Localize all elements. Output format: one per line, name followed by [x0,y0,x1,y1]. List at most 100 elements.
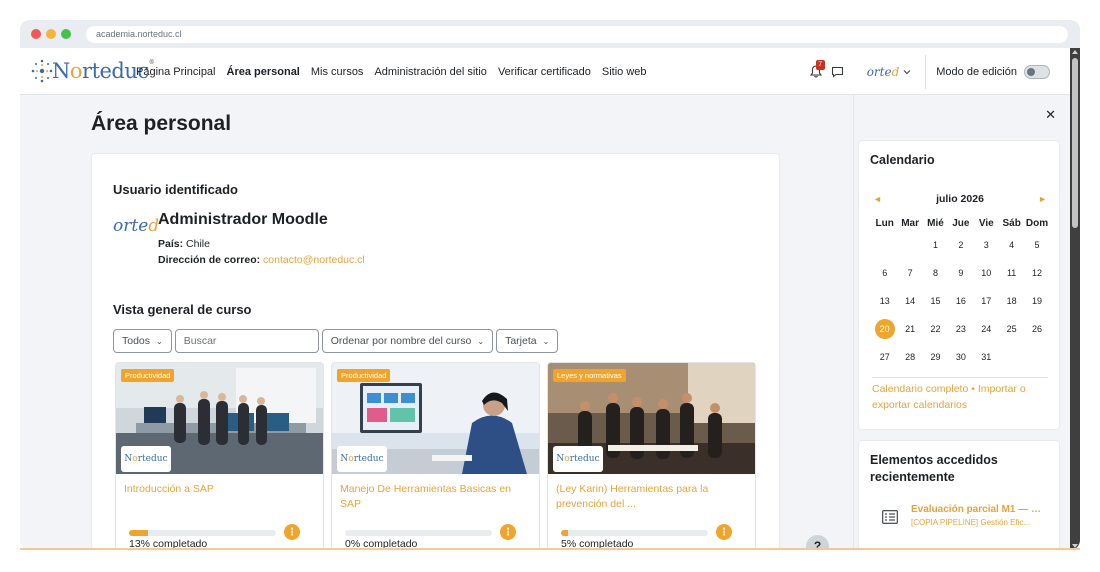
calendar-day[interactable]: 9 [948,268,973,278]
calendar-day[interactable]: 29 [923,352,948,362]
calendar-day[interactable]: 21 [897,324,922,334]
calendar-day[interactable]: 30 [948,352,973,362]
next-month-icon[interactable]: ► [1038,194,1047,204]
page-viewport: Norteduc® Página Principal Área personal… [20,48,1080,550]
calendar-day[interactable]: 14 [897,296,922,306]
course-actions-button[interactable]: ⋮ [716,524,732,540]
course-name-link[interactable]: Manejo De Herramientas Basicas en SAP [340,482,530,512]
course-progress-fill [129,530,149,536]
weekday-label: Mié [927,217,944,229]
recent-items-block: Elementos accedidos recientemente Evalua… [858,440,1060,550]
calendar-day[interactable]: 1 [923,240,948,250]
page-scrollbar[interactable] [1070,48,1080,550]
sort-dropdown[interactable]: Ordenar por nombre del curso ⌄ [321,329,494,353]
calendar-day[interactable]: 4 [999,240,1024,250]
calendar-day[interactable]: 5 [1024,240,1049,250]
course-overview-heading: Vista general de curso [113,302,252,317]
minimize-window-icon[interactable] [46,29,56,39]
nav-link-home[interactable]: Página Principal [136,66,216,78]
course-category-badge: Leyes y normativas [553,369,626,382]
chat-bubble-icon [832,66,844,78]
messages-button[interactable] [827,61,849,83]
calendar-day[interactable]: 13 [872,296,897,306]
chevron-down-icon: ⌄ [542,336,550,346]
weekday-label: Lun [875,217,894,229]
course-progress-bar [561,530,708,536]
calendar-day[interactable]: 19 [1024,296,1049,306]
grouping-dropdown[interactable]: Todos ⌄ [113,329,172,353]
course-name-link[interactable]: Introducción a SAP [124,482,314,497]
calendar-day[interactable]: 17 [974,296,999,306]
navbar-actions: 7 orted Modo de edición [805,48,1070,95]
navbar-divider [925,54,927,89]
weekday-label: Sáb [1002,217,1021,229]
recent-item-course: [COPIA PIPELINE] Gestión Efic... [911,518,1031,527]
course-card[interactable]: Leyes y normativas No rteduc (Ley Karin) … [547,362,756,550]
calendar-day[interactable]: 7 [897,268,922,278]
edit-mode-control: Modo de edición [936,64,1050,79]
calendar-week-row: 13 14 15 16 17 18 19 [872,287,1050,315]
calendar-day[interactable]: 23 [948,324,973,334]
weekday-label: Mar [901,217,919,229]
calendar-day[interactable]: 20 [872,319,897,339]
chevron-down-icon: ⌄ [477,336,485,346]
nav-link-verify-certificate[interactable]: Verificar certificado [498,66,591,78]
display-mode-dropdown[interactable]: Tarjeta ⌄ [496,329,559,353]
browser-window: academia.norteduc.cl Norteduc® Página Pr… [20,20,1080,550]
course-image[interactable]: Leyes y normativas No rteduc [548,363,755,474]
assignment-icon [882,510,898,524]
calendar-footer-links[interactable]: Calendario completo • Importar o exporta… [872,381,1052,413]
scrollbar-thumb[interactable] [1072,58,1078,228]
close-drawer-icon[interactable]: ✕ [1045,107,1056,123]
calendar-day[interactable]: 27 [872,352,897,362]
calendar-day[interactable]: 6 [872,268,897,278]
user-email-link[interactable]: contacto@norteduc.cl [263,254,365,266]
calendar-day[interactable]: 8 [923,268,948,278]
recent-item[interactable]: Evaluación parcial M1 — Á... [COPIA PIPE… [870,501,1055,533]
calendar-day[interactable]: 31 [974,352,999,362]
calendar-day[interactable]: 18 [999,296,1024,306]
compass-logo-icon [30,56,54,86]
calendar-day[interactable]: 3 [974,240,999,250]
user-fullname[interactable]: Administrador Moodle [158,211,328,229]
edit-mode-toggle[interactable] [1024,64,1050,79]
course-actions-button[interactable]: ⋮ [500,524,516,540]
calendar-day[interactable]: 28 [897,352,922,362]
course-image[interactable]: Productividad No rteduc [332,363,539,474]
course-category-badge: Productividad [337,369,391,382]
course-card[interactable]: Productividad No rteduc Introducción a SA… [115,362,324,550]
recent-item-title[interactable]: Evaluación parcial M1 — Á... [911,504,1046,515]
course-name-link[interactable]: (Ley Karin) Herramientas para la prevenc… [556,482,746,512]
nav-link-website[interactable]: Sitio web [602,66,647,78]
calendar-grid: Lun Mar Mié Jue Vie Sáb Dom 1 2 3 4 5 6 7 8 9 10 1… [872,215,1050,371]
course-card[interactable]: Productividad No rteduc Manejo De Herrami… [331,362,540,550]
calendar-weeks: 1 2 3 4 5 6 7 8 9 10 11 12 13 14 15 16 17 18 19 20 21 22 23 24 2… [872,231,1050,371]
calendar-day[interactable]: 12 [1024,268,1049,278]
course-progress-fill [561,530,569,536]
course-search-input[interactable]: Buscar [174,329,319,353]
calendar-week-row: 20 21 22 23 24 25 26 [872,315,1050,343]
calendar-day[interactable]: 25 [999,324,1024,334]
address-bar[interactable]: academia.norteduc.cl [86,26,1068,43]
user-menu[interactable]: orted [867,65,912,79]
nav-link-site-admin[interactable]: Administración del sitio [374,66,487,78]
calendar-day[interactable]: 10 [974,268,999,278]
calendar-day[interactable]: 26 [1024,324,1049,334]
scroll-up-icon[interactable] [1072,50,1078,54]
calendar-day[interactable]: 2 [948,240,973,250]
nav-link-my-courses[interactable]: Mis cursos [311,66,364,78]
calendar-day[interactable]: 16 [948,296,973,306]
course-actions-button[interactable]: ⋮ [284,524,300,540]
nav-link-dashboard[interactable]: Área personal [227,66,300,78]
calendar-day[interactable]: 11 [999,268,1024,278]
course-filters: Todos ⌄ Buscar Ordenar por nombre del cur… [113,329,559,353]
notifications-button[interactable]: 7 [805,59,827,83]
chevron-down-icon: ⌄ [156,336,163,346]
calendar-block: Calendario ◄ julio 2026 ► Lun Mar Mié Ju… [858,140,1060,430]
maximize-window-icon[interactable] [61,29,71,39]
calendar-day[interactable]: 22 [923,324,948,334]
course-image[interactable]: Productividad No rteduc [116,363,323,474]
calendar-day[interactable]: 15 [923,296,948,306]
close-window-icon[interactable] [31,29,41,39]
calendar-day[interactable]: 24 [974,324,999,334]
